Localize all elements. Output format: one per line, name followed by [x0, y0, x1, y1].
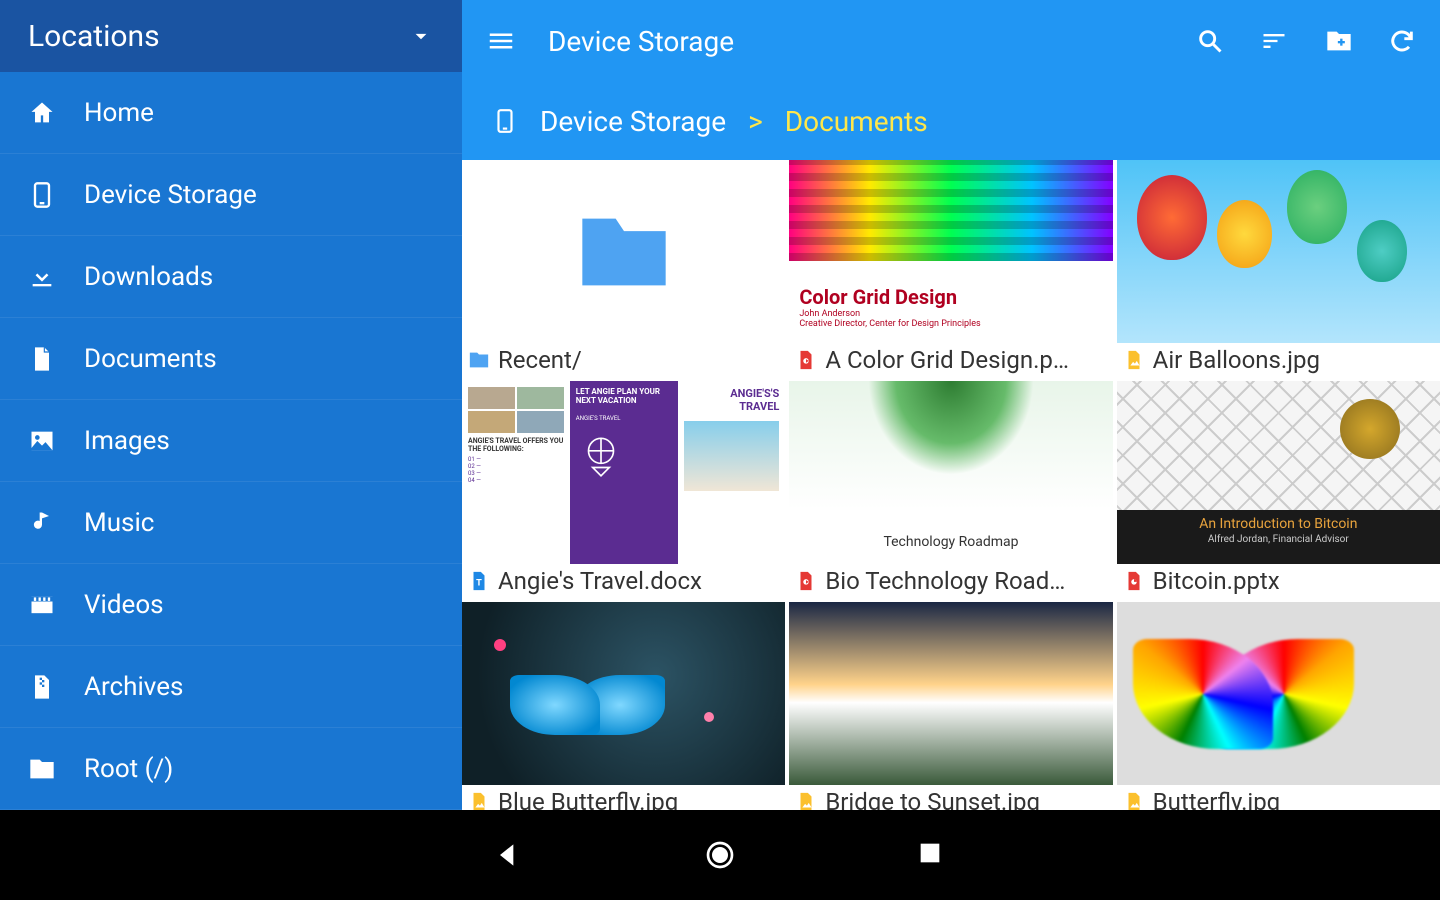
sidebar-item-label: Device Storage — [84, 180, 257, 210]
search-icon[interactable] — [1196, 27, 1224, 55]
back-button[interactable] — [492, 839, 524, 871]
sidebar-header[interactable]: Locations — [0, 0, 462, 72]
music-icon — [28, 509, 56, 537]
sidebar-item-folder[interactable]: Root (/) — [0, 728, 462, 810]
breadcrumb-root[interactable]: Device Storage — [540, 105, 726, 138]
image-file-icon — [1123, 349, 1145, 371]
file-name: A Color Grid Design.p… — [825, 346, 1069, 374]
file-thumbnail: ANGIE'S TRAVEL OFFERS YOU THE FOLLOWING:… — [462, 381, 785, 564]
topbar-title: Device Storage — [548, 25, 1164, 58]
docx-file-icon: T — [468, 570, 490, 592]
folder-file-icon — [468, 349, 490, 371]
android-navbar — [0, 810, 1440, 900]
file-thumbnail — [1117, 160, 1440, 343]
sidebar-title: Locations — [28, 19, 160, 54]
sidebar-item-label: Archives — [84, 672, 183, 702]
file-thumbnail — [462, 602, 785, 785]
file-thumbnail: Technology Roadmap — [789, 381, 1112, 564]
file-name: Butterfly.jpg — [1153, 788, 1281, 810]
sidebar-item-label: Documents — [84, 344, 217, 374]
hamburger-icon[interactable] — [486, 26, 516, 56]
file-tile[interactable]: Bridge to Sunset.jpg — [789, 602, 1112, 810]
file-thumbnail — [1117, 602, 1440, 785]
file-name: Air Balloons.jpg — [1153, 346, 1320, 374]
image-icon — [28, 427, 56, 455]
file-thumbnail — [462, 160, 785, 343]
file-thumbnail: Color Grid DesignJohn AndersonCreative D… — [789, 160, 1112, 343]
sidebar-item-label: Home — [84, 98, 154, 128]
file-name: Recent/ — [498, 346, 582, 374]
download-icon — [28, 263, 56, 291]
file-tile[interactable]: Air Balloons.jpg — [1117, 160, 1440, 377]
sidebar-item-label: Images — [84, 426, 170, 456]
phone-icon — [492, 103, 518, 139]
sidebar-item-label: Root (/) — [84, 754, 173, 784]
file-name: Angie's Travel.docx — [498, 567, 702, 595]
file-tile[interactable]: Color Grid DesignJohn AndersonCreative D… — [789, 160, 1112, 377]
sidebar-item-image[interactable]: Images — [0, 400, 462, 482]
sidebar-item-download[interactable]: Downloads — [0, 236, 462, 318]
file-tile[interactable]: Blue Butterfly.jpg — [462, 602, 785, 810]
file-tile[interactable]: Recent/ — [462, 160, 785, 377]
image-file-icon — [468, 791, 490, 810]
file-tile[interactable]: Technology Roadmap Bio Technology Road… — [789, 381, 1112, 598]
sidebar-item-home[interactable]: Home — [0, 72, 462, 154]
main-panel: Device Storage Device Storage > Document… — [462, 0, 1440, 810]
breadcrumb-separator: > — [748, 105, 763, 138]
archive-icon — [28, 673, 56, 701]
file-grid: Recent/Color Grid DesignJohn AndersonCre… — [462, 160, 1440, 810]
file-thumbnail: An Introduction to BitcoinAlfred Jordan,… — [1117, 381, 1440, 564]
sidebar-item-label: Videos — [84, 590, 164, 620]
sidebar-item-label: Downloads — [84, 262, 213, 292]
svg-text:T: T — [476, 579, 482, 589]
file-name: Bio Technology Road… — [825, 567, 1065, 595]
pdf-file-icon — [795, 349, 817, 371]
sidebar-item-music[interactable]: Music — [0, 482, 462, 564]
pdf-file-icon — [795, 570, 817, 592]
video-icon — [28, 591, 56, 619]
file-tile[interactable]: ANGIE'S TRAVEL OFFERS YOU THE FOLLOWING:… — [462, 381, 785, 598]
refresh-icon[interactable] — [1388, 27, 1416, 55]
chevron-down-icon — [408, 23, 434, 49]
file-name: Bitcoin.pptx — [1153, 567, 1280, 595]
file-name: Bridge to Sunset.jpg — [825, 788, 1040, 810]
sidebar-item-archive[interactable]: Archives — [0, 646, 462, 728]
sidebar-item-doc[interactable]: Documents — [0, 318, 462, 400]
phone-icon — [28, 181, 56, 209]
topbar: Device Storage — [462, 0, 1440, 82]
sidebar-item-label: Music — [84, 508, 154, 538]
sidebar-item-video[interactable]: Videos — [0, 564, 462, 646]
file-tile[interactable]: An Introduction to BitcoinAlfred Jordan,… — [1117, 381, 1440, 598]
image-file-icon — [1123, 791, 1145, 810]
sidebar-item-phone[interactable]: Device Storage — [0, 154, 462, 236]
recent-button[interactable] — [916, 839, 948, 871]
file-tile[interactable]: Butterfly.jpg — [1117, 602, 1440, 810]
pptx-file-icon — [1123, 570, 1145, 592]
image-file-icon — [795, 791, 817, 810]
sort-icon[interactable] — [1260, 27, 1288, 55]
doc-icon — [28, 345, 56, 373]
new-folder-icon[interactable] — [1324, 27, 1352, 55]
breadcrumb: Device Storage > Documents — [462, 82, 1440, 160]
folder-icon — [28, 755, 56, 783]
home-button[interactable] — [704, 839, 736, 871]
file-thumbnail — [789, 602, 1112, 785]
file-name: Blue Butterfly.jpg — [498, 788, 678, 810]
sidebar: Locations Home Device Storage Downloads Doc… — [0, 0, 462, 810]
home-icon — [28, 99, 56, 127]
breadcrumb-current[interactable]: Documents — [785, 105, 928, 138]
